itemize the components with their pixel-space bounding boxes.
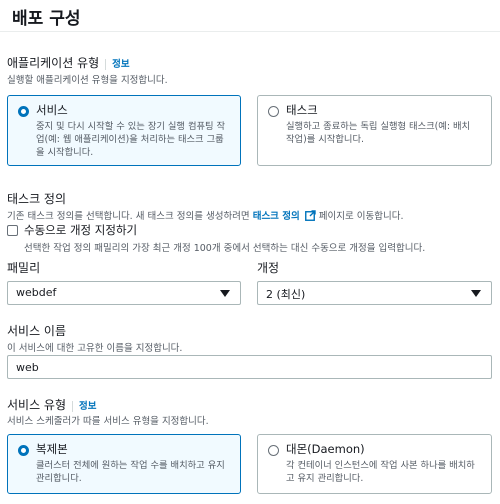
app-type-info-link[interactable]: 정보: [105, 59, 130, 70]
service-name-label: 서비스 이름: [7, 324, 67, 338]
task-def-description: 기존 태스크 정의를 선택합니다. 새 태스크 정의를 생성하려면 태스크 정의…: [7, 210, 404, 222]
radio-unselected-icon[interactable]: [268, 106, 279, 117]
family-select[interactable]: webdef: [7, 281, 241, 305]
family-select-value: webdef: [16, 286, 57, 299]
option-title: 서비스: [36, 103, 68, 117]
service-type-option-replica[interactable]: 복제본 클러스터 전체에 원하는 작업 수를 배치하고 유지 관리합니다.: [7, 434, 241, 494]
service-name-input[interactable]: [7, 355, 492, 379]
app-type-label: 애플리케이션 유형 정보: [7, 56, 130, 70]
task-def-link[interactable]: 태스크 정의: [253, 211, 300, 222]
option-description: 각 컨테이너 인스턴스에 작업 사본 하나를 배치하고 유지 관리합니다.: [286, 460, 475, 484]
caret-down-icon: [471, 290, 481, 297]
service-type-info-link[interactable]: 정보: [72, 401, 97, 412]
option-title: 대몬(Daemon): [286, 442, 365, 456]
external-link-icon[interactable]: [304, 210, 316, 221]
revision-label: 개정: [257, 261, 280, 275]
revision-select[interactable]: 2 (최신): [257, 281, 492, 305]
app-type-option-task[interactable]: 태스크 실행하고 종료하는 독립 실행형 태스크(예: 배치 작업)를 시작합니…: [257, 95, 492, 166]
revision-select-value: 2 (최신): [266, 288, 306, 301]
option-description: 클러스터 전체에 원하는 작업 수를 배치하고 유지 관리합니다.: [36, 460, 225, 484]
service-type-label: 서비스 유형 정보: [7, 398, 97, 412]
service-type-option-daemon[interactable]: 대몬(Daemon) 각 컨테이너 인스턴스에 작업 사본 하나를 배치하고 유…: [257, 434, 492, 494]
option-title: 복제본: [36, 442, 68, 456]
radio-selected-icon[interactable]: [18, 445, 29, 456]
radio-selected-icon[interactable]: [18, 106, 29, 117]
option-description: 실행하고 종료하는 독립 실행형 태스크(예: 배치 작업)를 시작합니다.: [286, 121, 471, 145]
manual-revision-description: 선택한 작업 정의 패밀리의 가장 최근 개정 100개 중에서 선택하는 대신…: [24, 243, 426, 254]
page-title: 배포 구성: [12, 9, 81, 29]
option-description: 중지 및 다시 시작할 수 있는 장기 실행 컴퓨팅 작업(예: 웹 애플리케이…: [36, 121, 226, 158]
task-def-label: 태스크 정의: [7, 192, 67, 206]
app-type-option-service[interactable]: 서비스 중지 및 다시 시작할 수 있는 장기 실행 컴퓨팅 작업(예: 웹 애…: [7, 95, 241, 166]
radio-unselected-icon[interactable]: [268, 445, 279, 456]
manual-revision-label[interactable]: 수동으로 개정 지정하기: [24, 222, 137, 238]
manual-revision-checkbox[interactable]: [7, 225, 18, 236]
service-name-description: 이 서비스에 대한 고유한 이름을 지정합니다.: [7, 343, 183, 354]
page-header: 배포 구성: [0, 0, 500, 32]
app-type-description: 실행할 애플리케이션 유형을 지정합니다.: [7, 75, 168, 86]
service-type-description: 서비스 스케줄러가 따를 서비스 유형을 지정합니다.: [7, 416, 209, 427]
family-label: 패밀리: [7, 261, 41, 275]
option-title: 태스크: [286, 103, 318, 117]
caret-down-icon: [220, 290, 230, 297]
